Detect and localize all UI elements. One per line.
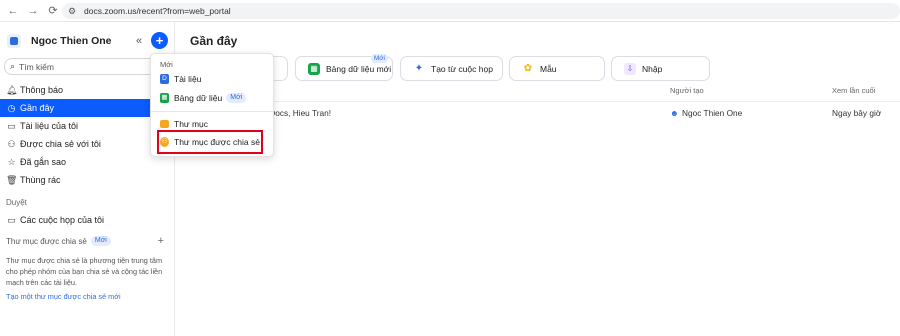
sidebar: Ngoc Thien One « + ⌕ Tìm kiếm C 🔔︎ Thông… <box>0 22 175 336</box>
user-name[interactable]: Ngoc Thien One <box>31 35 112 47</box>
bell-icon: 🔔︎ <box>6 84 18 95</box>
collapse-sidebar-icon[interactable]: « <box>136 35 142 47</box>
card-label: Tạo từ cuộc họp <box>431 63 493 74</box>
search-input[interactable]: ⌕ Tìm kiếm C <box>4 58 175 75</box>
table-icon: ▦ <box>160 93 169 103</box>
new-badge: Mới <box>370 54 388 63</box>
main-content: Gần đây ▦ Bảng dữ liệu mới Mới ✦ Tạo từ … <box>166 22 900 336</box>
menu-item-label: Bảng dữ liệu <box>174 93 223 103</box>
sidebar-item-recent[interactable]: ◷ Gần đây <box>0 99 175 117</box>
row-viewed: Ngay bây giờ <box>832 108 882 118</box>
sidebar-item-label: Thùng rác <box>20 175 61 185</box>
browser-toolbar: ← → ⟳ ⚙ docs.zoom.us/recent?from=web_por… <box>0 0 900 22</box>
menu-item-table[interactable]: ▦ Bảng dữ liệu Mới <box>160 91 247 105</box>
video-icon: ▭ <box>7 214 16 225</box>
create-shared-folder-link[interactable]: Tạo một thư mục được chia sẻ mới <box>6 292 121 301</box>
document-icon: ▭ <box>7 120 16 131</box>
menu-item-label: Thư mục <box>174 119 209 129</box>
sidebar-item-my-docs[interactable]: ▭ Tài liệu của tôi <box>0 117 175 135</box>
url-text[interactable]: docs.zoom.us/recent?from=web_portal <box>84 6 231 16</box>
sidebar-item-starred[interactable]: ☆ Đã gắn sao <box>0 153 175 171</box>
section-browse-label: Duyệt <box>6 198 27 207</box>
column-creator[interactable]: Người tạo <box>670 86 704 95</box>
column-last-viewed[interactable]: Xem lần cuối <box>832 86 875 95</box>
menu-item-document[interactable]: D Tài liệu <box>160 72 201 86</box>
site-settings-icon[interactable]: ⚙ <box>68 6 78 16</box>
card-import[interactable]: ⇩ Nhập <box>611 56 710 81</box>
card-from-meeting[interactable]: ✦ Tạo từ cuộc họp <box>400 56 503 81</box>
table-icon: ▦ <box>308 62 320 75</box>
clock-icon: ◷ <box>7 102 16 113</box>
new-plus-button[interactable]: + <box>151 32 168 49</box>
sparkle-icon: ✦ <box>414 62 424 74</box>
shared-folder-description: Thư mục được chia sẻ là phương tiện trun… <box>6 256 163 287</box>
sidebar-item-meetings[interactable]: ▭ Các cuộc họp của tôi <box>0 211 175 229</box>
card-new-table[interactable]: ▦ Bảng dữ liệu mới Mới <box>295 54 393 81</box>
reload-icon[interactable]: ⟳ <box>46 4 60 18</box>
highlight-box <box>157 130 263 154</box>
search-placeholder: Tìm kiếm <box>19 61 54 72</box>
search-icon: ⌕ <box>10 61 16 71</box>
sidebar-item-trash[interactable]: 🗑︎ Thùng rác <box>0 171 175 189</box>
sidebar-item-label: Tài liệu của tôi <box>20 121 79 131</box>
row-creator: Ngoc Thien One <box>682 108 743 118</box>
avatar[interactable] <box>7 34 21 48</box>
address-bar[interactable]: ⚙ docs.zoom.us/recent?from=web_portal <box>62 3 900 19</box>
doc-icon: D <box>160 74 169 84</box>
sidebar-item-shared-with-me[interactable]: ⚇ Được chia sẻ với tôi <box>0 135 175 153</box>
add-shared-folder-icon[interactable]: + <box>158 235 164 247</box>
menu-divider <box>151 111 273 112</box>
card-templates[interactable]: ✿ Mẫu <box>509 56 605 81</box>
shared-folder-header: Thư mục được chia sẻ Mới + <box>6 235 164 247</box>
card-label: Nhập <box>642 63 663 74</box>
creator-avatar-icon: ☻ <box>670 108 679 118</box>
menu-header: Mới <box>160 60 173 69</box>
sidebar-nav: 🔔︎ Thông báo ◷ Gần đây ▭ Tài liệu của tô… <box>0 81 175 189</box>
new-badge: Mới <box>226 93 247 103</box>
menu-item-folder[interactable]: Thư mục <box>160 117 208 131</box>
sidebar-item-label: Các cuộc họp của tôi <box>20 215 105 225</box>
page-title: Gần đây <box>190 34 238 48</box>
sidebar-item-notifications[interactable]: 🔔︎ Thông báo <box>0 81 175 99</box>
card-label: Bảng dữ liệu mới <box>326 63 392 74</box>
sidebar-item-label: Đã gắn sao <box>20 157 67 167</box>
import-icon: ⇩ <box>624 62 636 75</box>
sidebar-item-label: Gần đây <box>20 103 55 113</box>
brand: Ngoc Thien One <box>7 34 112 48</box>
shared-folder-label: Thư mục được chia sẻ <box>6 236 87 246</box>
back-icon[interactable]: ← <box>6 4 20 18</box>
sidebar-item-label: Được chia sẻ với tôi <box>20 139 101 149</box>
star-icon: ☆ <box>7 156 16 167</box>
menu-item-label: Tài liệu <box>174 74 202 84</box>
new-badge: Mới <box>90 236 111 246</box>
sidebar-item-label: Thông báo <box>20 85 64 95</box>
forward-icon[interactable]: → <box>26 4 40 18</box>
card-label: Mẫu <box>540 63 557 74</box>
trash-icon: 🗑︎ <box>6 174 18 185</box>
sidebar-item-meetings-wrap: ▭ Các cuộc họp của tôi <box>0 211 175 229</box>
share-icon: ⚇ <box>7 138 16 149</box>
folder-icon <box>160 120 169 128</box>
template-icon: ✿ <box>523 62 533 74</box>
divider <box>176 101 900 102</box>
